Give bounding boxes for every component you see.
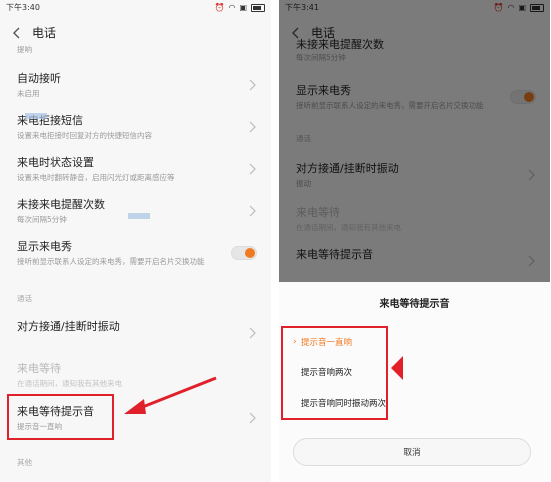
- item-subtitle: 接听前显示联系人设定的来电秀，需要开启名片交换功能: [17, 257, 205, 266]
- dim-overlay[interactable]: [279, 0, 550, 282]
- cancel-button[interactable]: 取消: [293, 438, 531, 466]
- item-subtitle: 未启用: [17, 89, 40, 98]
- section-header-other: 其他: [17, 458, 32, 467]
- alarm-icon: ⏰: [214, 3, 225, 12]
- annotation-highlight-box: [281, 326, 388, 420]
- toggle-knob: [245, 248, 255, 258]
- blue-highlight-mark: [128, 213, 150, 219]
- caller-show-toggle[interactable]: [231, 246, 257, 260]
- sheet-title: 来电等待提示音: [379, 299, 450, 310]
- item-title: 来电等待: [17, 362, 61, 375]
- battery-icon: [251, 3, 265, 12]
- item-title: 来电时状态设置: [17, 156, 94, 169]
- item-title: 自动接听: [17, 72, 61, 85]
- partial-subtitle: 提响: [17, 45, 32, 54]
- setting-reject-sms[interactable]: 来电拒接短信 设置来电拒接时回复对方的快捷短信内容: [0, 104, 271, 152]
- item-subtitle: 设置来电拒接时回复对方的快捷短信内容: [17, 131, 152, 140]
- item-title: 显示来电秀: [17, 240, 72, 253]
- item-subtitle: 每次间隔5分钟: [17, 215, 67, 224]
- item-title: 对方接通/挂断时振动: [17, 320, 120, 333]
- sim-icon: ▣: [239, 3, 247, 12]
- item-subtitle: 在通话期间，通知我有其他来电: [17, 379, 122, 388]
- setting-caller-show[interactable]: 显示来电秀 接听前显示联系人设定的来电秀，需要开启名片交换功能: [0, 230, 271, 278]
- wifi-icon: ◠: [228, 3, 236, 12]
- item-subtitle: 设置来电时翻转静音，启用闪光灯或距离感应等: [17, 173, 175, 182]
- annotation-highlight-box: [7, 394, 114, 440]
- chevron-right-icon: [249, 205, 256, 217]
- setting-auto-answer[interactable]: 自动接听 未启用: [0, 62, 271, 110]
- chevron-right-icon: [249, 327, 256, 339]
- setting-call-waiting: 来电等待 在通话期间，通知我有其他来电: [0, 352, 271, 400]
- chevron-right-icon: [249, 79, 256, 91]
- section-header-calls: 通话: [17, 294, 32, 303]
- chevron-right-icon: [249, 163, 256, 175]
- item-title: 未接来电提醒次数: [17, 198, 105, 211]
- status-time: 下午3:40: [6, 3, 40, 12]
- title-bar: 电话: [0, 15, 271, 50]
- back-icon[interactable]: [8, 25, 24, 41]
- setting-connect-vibrate[interactable]: 对方接通/挂断时振动: [0, 310, 271, 358]
- status-icons: ⏰ ◠ ▣: [214, 3, 265, 12]
- right-screen: 下午3:41 ⏰ ◠ ▣ 电话 未接来电提醒次数 每次间隔5分钟 显示来电秀 接…: [279, 0, 550, 482]
- page-title: 电话: [32, 26, 57, 40]
- chevron-right-icon: [249, 121, 256, 133]
- chevron-right-icon: [249, 412, 256, 424]
- left-screen: 下午3:40 ⏰ ◠ ▣ 电话 提响 自动接听 未启用 来电拒接短信 设置来电拒…: [0, 0, 271, 482]
- blue-highlight-mark: [25, 113, 47, 119]
- status-bar: 下午3:40 ⏰ ◠ ▣: [0, 0, 271, 15]
- setting-incoming-state[interactable]: 来电时状态设置 设置来电时翻转静音，启用闪光灯或距离感应等: [0, 146, 271, 194]
- setting-missed-call-reminder[interactable]: 未接来电提醒次数 每次间隔5分钟: [0, 188, 271, 236]
